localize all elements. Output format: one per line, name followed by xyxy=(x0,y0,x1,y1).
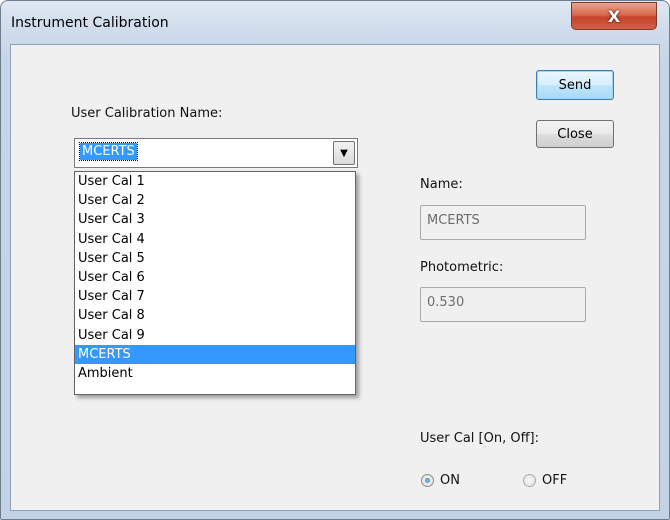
name-label: Name: xyxy=(420,177,463,192)
user-cal-on-label: ON xyxy=(440,473,460,488)
title-bar[interactable]: Instrument Calibration X xyxy=(1,1,669,43)
dropdown-option[interactable]: User Cal 7 xyxy=(75,287,355,306)
radio-selected-icon xyxy=(421,474,434,487)
dropdown-option[interactable]: User Cal 2 xyxy=(75,191,355,210)
user-cal-on-radio[interactable]: ON xyxy=(421,473,460,488)
send-button[interactable]: Send xyxy=(536,70,614,100)
calibration-name-combobox[interactable]: MCERTS ▼ xyxy=(74,138,358,168)
instrument-calibration-window: Instrument Calibration X Send Close User… xyxy=(0,0,670,520)
radio-unselected-icon xyxy=(523,474,536,487)
dialog-body: Send Close User Calibration Name: MCERTS… xyxy=(10,44,660,511)
dropdown-option[interactable]: User Cal 6 xyxy=(75,268,355,287)
calibration-name-label: User Calibration Name: xyxy=(71,106,223,121)
close-icon: X xyxy=(607,6,621,26)
name-field: MCERTS xyxy=(420,205,586,240)
dropdown-option[interactable]: User Cal 9 xyxy=(75,326,355,345)
calibration-dropdown-list[interactable]: User Cal 1 User Cal 2 User Cal 3 User Cal 4… xyxy=(74,171,356,395)
photometric-label: Photometric: xyxy=(420,260,504,275)
user-cal-off-radio[interactable]: OFF xyxy=(523,473,567,488)
dropdown-option[interactable]: User Cal 5 xyxy=(75,249,355,268)
chevron-down-icon: ▼ xyxy=(340,147,348,159)
window-title: Instrument Calibration xyxy=(11,15,169,31)
dropdown-option[interactable]: Ambient xyxy=(75,364,355,383)
dropdown-option[interactable]: User Cal 8 xyxy=(75,306,355,325)
dropdown-option[interactable]: MCERTS xyxy=(75,344,355,364)
calibration-selected-value: MCERTS xyxy=(79,142,138,161)
dropdown-option[interactable]: User Cal 3 xyxy=(75,210,355,229)
user-cal-label: User Cal [On, Off]: xyxy=(420,431,539,446)
photometric-field: 0.530 xyxy=(420,287,586,322)
dropdown-option[interactable]: User Cal 1 xyxy=(75,172,355,191)
dropdown-option[interactable]: User Cal 4 xyxy=(75,230,355,249)
window-close-button[interactable]: X xyxy=(571,2,657,30)
user-cal-off-label: OFF xyxy=(542,473,568,488)
dropdown-arrow-button[interactable]: ▼ xyxy=(333,141,355,165)
close-button[interactable]: Close xyxy=(536,120,614,148)
